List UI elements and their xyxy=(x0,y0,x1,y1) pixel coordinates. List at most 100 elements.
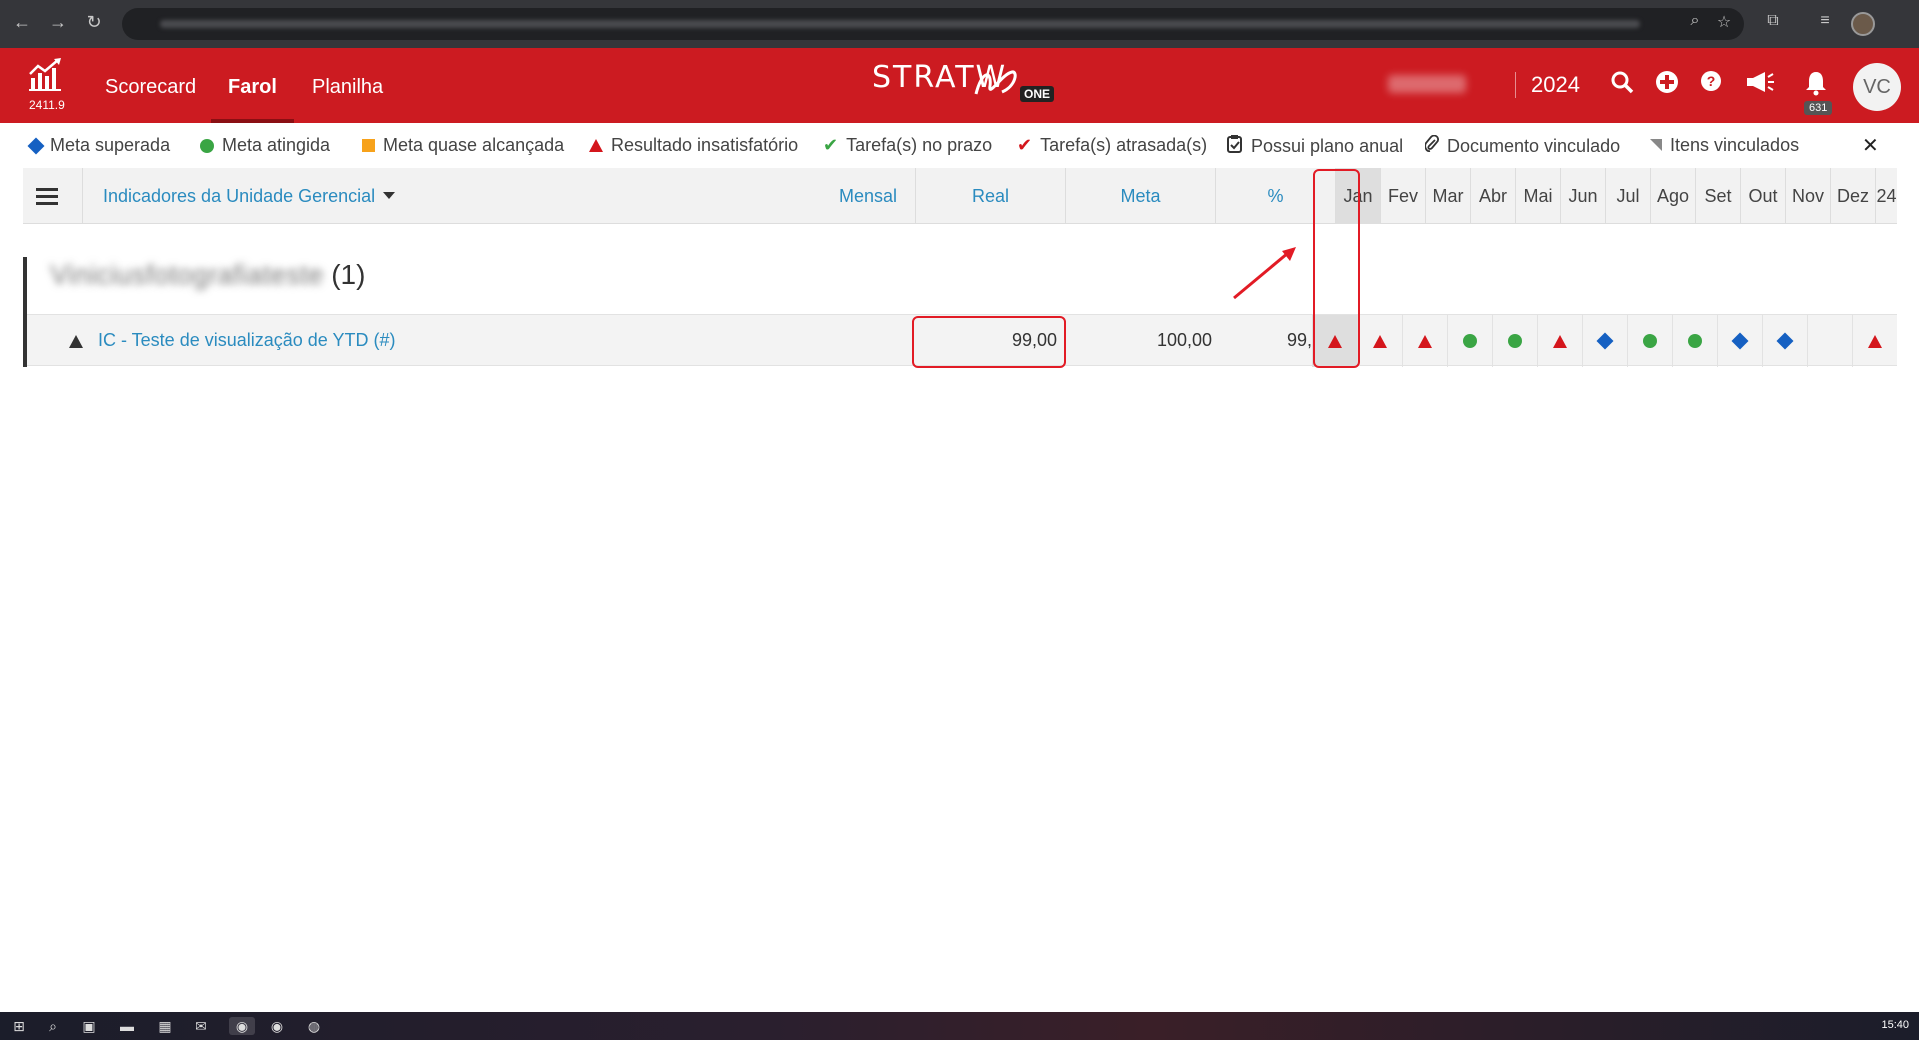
search-icon[interactable] xyxy=(1608,70,1636,98)
extensions-icon[interactable]: ⧉ xyxy=(1762,12,1784,30)
legend-label: Meta quase alcançada xyxy=(383,135,565,155)
bell-icon[interactable] xyxy=(1802,70,1830,98)
header-divider xyxy=(1515,72,1516,98)
status-cell-set[interactable] xyxy=(1672,315,1717,367)
green-dot-icon xyxy=(1462,334,1477,348)
blue-diamond-icon xyxy=(1776,332,1793,350)
reading-list-icon[interactable]: ≡ xyxy=(1814,12,1836,30)
close-legend-icon[interactable]: ✕ xyxy=(1862,133,1879,158)
column-month-fev[interactable]: Fev xyxy=(1380,168,1425,224)
reload-icon[interactable]: ↻ xyxy=(82,12,106,33)
task-view-icon[interactable]: ▣ xyxy=(80,1017,98,1035)
legend-item-documento: Documento vinculado xyxy=(1424,134,1621,158)
browser-profile-avatar[interactable] xyxy=(1851,12,1875,36)
cell-percent: 99,00 xyxy=(1286,330,1332,350)
store-icon[interactable]: ▦ xyxy=(156,1017,174,1035)
search-taskbar-icon[interactable]: ⌕ xyxy=(44,1017,62,1035)
bookmark-star-icon[interactable]: ☆ xyxy=(1713,12,1735,32)
notification-count-badge: 631 xyxy=(1804,101,1833,115)
zoom-icon[interactable]: ⌕ xyxy=(1684,12,1706,30)
discord-icon[interactable]: ◍ xyxy=(305,1017,323,1035)
chrome-active-icon[interactable]: ◉ xyxy=(229,1017,255,1035)
file-explorer-icon[interactable]: ▬ xyxy=(118,1017,136,1035)
legend-item-meta-atingida: Meta atingida xyxy=(200,135,330,156)
os-taskbar: ⊞ ⌕ ▣ ▬ ▦ ✉ ◉ ◉ ◍ 15:40 xyxy=(0,1012,1919,1040)
cell-meta: 100,00 xyxy=(1156,330,1212,350)
status-cell-fev[interactable] xyxy=(1357,315,1402,367)
legend-label: Possui plano anual xyxy=(1251,136,1404,156)
red-triangle-icon xyxy=(1552,334,1567,348)
add-icon[interactable] xyxy=(1653,70,1681,98)
help-icon[interactable]: ? xyxy=(1697,70,1725,98)
legend-label: Tarefa(s) atrasada(s) xyxy=(1040,135,1208,155)
column-year-total[interactable]: 24 xyxy=(1875,168,1897,224)
windows-start-icon[interactable]: ⊞ xyxy=(10,1017,28,1035)
status-cell-jul[interactable] xyxy=(1582,315,1627,367)
red-triangle-icon xyxy=(1417,334,1432,348)
legend-item-plano-anual: Possui plano anual xyxy=(1227,135,1403,158)
column-month-abr[interactable]: Abr xyxy=(1470,168,1515,224)
announcement-icon[interactable] xyxy=(1745,70,1774,98)
column-period[interactable]: Mensal xyxy=(803,168,933,224)
orange-square-icon xyxy=(362,139,375,152)
chrome-icon[interactable]: ◉ xyxy=(268,1017,286,1035)
column-month-jun[interactable]: Jun xyxy=(1560,168,1605,224)
highlight-real-value xyxy=(912,316,1066,368)
legend-bar: Meta superada Meta atingida Meta quase a… xyxy=(0,123,1919,167)
green-dot-icon xyxy=(1687,334,1702,348)
column-month-jul[interactable]: Jul xyxy=(1605,168,1650,224)
blue-diamond-icon xyxy=(1596,332,1613,350)
column-month-set[interactable]: Set xyxy=(1695,168,1740,224)
taskbar-clock: 15:40 xyxy=(1881,1019,1909,1031)
status-cell-abr[interactable] xyxy=(1447,315,1492,367)
app-version: 2411.9 xyxy=(29,98,65,112)
triangle-up-icon xyxy=(69,335,83,348)
column-month-dez[interactable]: Dez xyxy=(1830,168,1875,224)
status-cell-nov[interactable] xyxy=(1762,315,1807,367)
address-bar[interactable] xyxy=(122,8,1744,40)
svg-text:?: ? xyxy=(1707,73,1716,89)
legend-label: Documento vinculado xyxy=(1447,136,1621,156)
brand-suffix: ONE xyxy=(1020,86,1055,102)
indicator-name-link[interactable]: IC - Teste de visualização de YTD (#) xyxy=(98,330,395,351)
forward-icon[interactable]: → xyxy=(46,12,70,33)
legend-label: Resultado insatisfatório xyxy=(611,135,799,155)
brand-logo: STRATW ONE xyxy=(872,60,1055,110)
column-month-nov[interactable]: Nov xyxy=(1785,168,1830,224)
column-meta[interactable]: Meta xyxy=(1065,168,1215,224)
hamburger-menu-icon[interactable] xyxy=(23,168,83,224)
highlight-jan-column xyxy=(1313,169,1360,368)
column-real[interactable]: Real xyxy=(915,168,1065,224)
status-cell-jun[interactable] xyxy=(1537,315,1582,367)
status-cell-mar[interactable] xyxy=(1402,315,1447,367)
nav-scorecard[interactable]: Scorecard xyxy=(105,48,196,123)
column-month-out[interactable]: Out xyxy=(1740,168,1785,224)
legend-item-tarefas-prazo: ✔ Tarefa(s) no prazo xyxy=(823,135,992,156)
nav-farol[interactable]: Farol xyxy=(211,48,294,123)
green-check-icon: ✔ xyxy=(823,135,839,155)
chevron-down-icon[interactable] xyxy=(383,192,395,199)
back-icon[interactable]: ← xyxy=(10,12,34,33)
red-triangle-icon xyxy=(1867,334,1882,348)
indicator-group-title[interactable]: Indicadores da Unidade Gerencial xyxy=(103,186,375,207)
status-cell-mai[interactable] xyxy=(1492,315,1537,367)
nav-planilha[interactable]: Planilha xyxy=(312,48,383,123)
legend-item-resultado-insatisfatorio: Resultado insatisfatório xyxy=(589,135,798,156)
mail-icon[interactable]: ✉ xyxy=(192,1017,210,1035)
green-dot-icon xyxy=(1507,334,1522,348)
blue-diamond-icon xyxy=(27,137,45,154)
browser-toolbar: ← → ↻ ⌕ ☆ ⧉ ≡ xyxy=(0,0,1919,48)
url-text-blurred xyxy=(160,20,1640,28)
column-month-mai[interactable]: Mai xyxy=(1515,168,1560,224)
status-cell-24[interactable] xyxy=(1852,315,1897,367)
brand-swirl-icon xyxy=(974,70,1017,95)
user-avatar[interactable]: VC xyxy=(1853,63,1901,111)
legend-item-meta-quase: Meta quase alcançada xyxy=(362,135,564,156)
status-cell-dez[interactable] xyxy=(1807,315,1852,367)
legend-label: Tarefa(s) no prazo xyxy=(846,135,993,155)
year-selector[interactable]: 2024 xyxy=(1531,72,1580,98)
column-month-ago[interactable]: Ago xyxy=(1650,168,1695,224)
status-cell-out[interactable] xyxy=(1717,315,1762,367)
column-month-mar[interactable]: Mar xyxy=(1425,168,1470,224)
status-cell-ago[interactable] xyxy=(1627,315,1672,367)
